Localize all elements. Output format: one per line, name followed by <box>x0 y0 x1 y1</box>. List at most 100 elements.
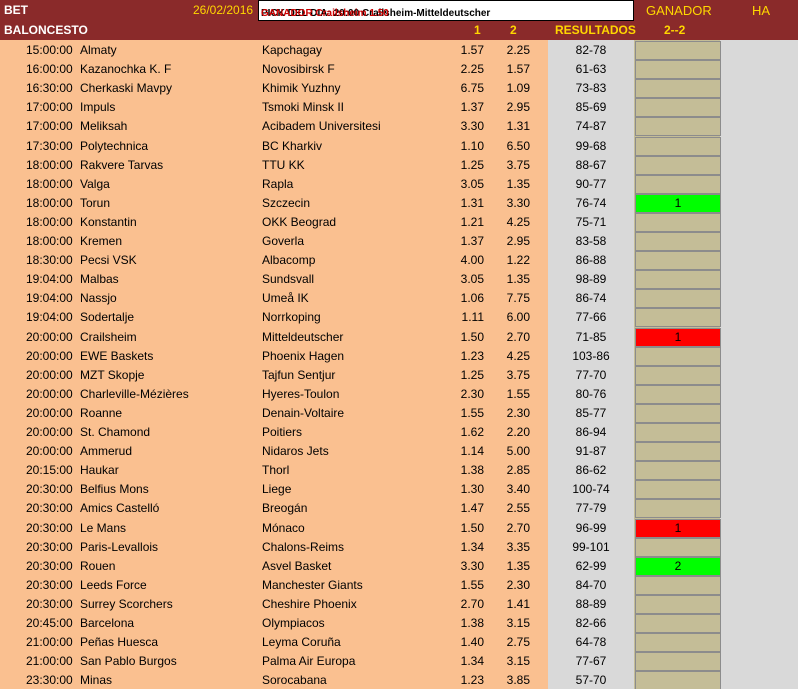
home-team-cell[interactable]: Nassjo <box>80 291 117 305</box>
result-cell[interactable]: 57-70 <box>548 673 634 687</box>
away-team-cell[interactable]: Sundsvall <box>262 272 314 286</box>
result-cell[interactable]: 86-74 <box>548 291 634 305</box>
odds-1-cell[interactable]: 1.25 <box>456 158 484 172</box>
time-cell[interactable]: 16:00:00 <box>26 62 73 76</box>
time-cell[interactable]: 21:00:00 <box>26 654 73 668</box>
time-cell[interactable]: 19:04:00 <box>26 291 73 305</box>
odds-1-cell[interactable]: 1.38 <box>456 463 484 477</box>
result-cell[interactable]: 99-68 <box>548 139 634 153</box>
time-cell[interactable]: 20:30:00 <box>26 578 73 592</box>
result-cell[interactable]: 71-85 <box>548 330 634 344</box>
ganador-pick-cell[interactable] <box>635 117 721 137</box>
result-cell[interactable]: 75-71 <box>548 215 634 229</box>
result-cell[interactable]: 103-86 <box>548 349 634 363</box>
odds-1-cell[interactable]: 3.30 <box>456 559 484 573</box>
away-team-cell[interactable]: Tajfun Sentjur <box>262 368 335 382</box>
odds-1-cell[interactable]: 1.23 <box>456 349 484 363</box>
date-label[interactable]: 26/02/2016 <box>193 3 253 17</box>
home-team-cell[interactable]: Ammerud <box>80 444 132 458</box>
result-cell[interactable]: 73-83 <box>548 81 634 95</box>
away-team-cell[interactable]: Khimik Yuzhny <box>262 81 341 95</box>
home-team-cell[interactable]: Surrey Scorchers <box>80 597 173 611</box>
home-team-cell[interactable]: Peñas Huesca <box>80 635 158 649</box>
time-cell[interactable]: 20:30:00 <box>26 559 73 573</box>
ganador-pick-cell[interactable] <box>635 79 721 99</box>
ganador-pick-cell[interactable] <box>635 575 721 595</box>
away-team-cell[interactable]: Umeå IK <box>262 291 309 305</box>
result-cell[interactable]: 77-79 <box>548 501 634 515</box>
home-team-cell[interactable]: Crailsheim <box>80 330 137 344</box>
time-cell[interactable]: 16:30:00 <box>26 81 73 95</box>
odds-1-cell[interactable]: 3.05 <box>456 177 484 191</box>
result-cell[interactable]: 74-87 <box>548 119 634 133</box>
away-team-cell[interactable]: BC Kharkiv <box>262 139 322 153</box>
odds-2-cell[interactable]: 3.15 <box>502 654 530 668</box>
result-cell[interactable]: 80-76 <box>548 387 634 401</box>
odds-2-cell[interactable]: 1.55 <box>502 387 530 401</box>
odds-2-cell[interactable]: 2.70 <box>502 330 530 344</box>
odds-1-cell[interactable]: 4.00 <box>456 253 484 267</box>
odds-1-header[interactable]: 1 <box>474 23 481 37</box>
home-team-cell[interactable]: Haukar <box>80 463 119 477</box>
ganador-pick-cell[interactable] <box>635 461 721 481</box>
home-team-cell[interactable]: MZT Skopje <box>80 368 144 382</box>
odds-2-cell[interactable]: 1.41 <box>502 597 530 611</box>
odds-1-cell[interactable]: 1.62 <box>456 425 484 439</box>
away-team-cell[interactable]: Norrkoping <box>262 310 321 324</box>
ganador-pick-cell[interactable] <box>635 480 721 500</box>
away-team-cell[interactable]: Mónaco <box>262 521 305 535</box>
odds-2-cell[interactable]: 1.09 <box>502 81 530 95</box>
ganador-pick-cell[interactable] <box>635 136 721 156</box>
ganador-pick-cell[interactable] <box>635 652 721 672</box>
away-team-cell[interactable]: Denain-Voltaire <box>262 406 344 420</box>
home-team-cell[interactable]: Konstantin <box>80 215 137 229</box>
result-cell[interactable]: 85-77 <box>548 406 634 420</box>
home-team-cell[interactable]: Sodertalje <box>80 310 134 324</box>
away-team-cell[interactable]: TTU KK <box>262 158 305 172</box>
odds-2-cell[interactable]: 1.31 <box>502 119 530 133</box>
result-cell[interactable]: 83-58 <box>548 234 634 248</box>
odds-1-cell[interactable]: 1.34 <box>456 654 484 668</box>
home-team-cell[interactable]: Roanne <box>80 406 122 420</box>
time-cell[interactable]: 20:00:00 <box>26 444 73 458</box>
odds-1-cell[interactable]: 2.25 <box>456 62 484 76</box>
time-cell[interactable]: 23:30:00 <box>26 673 73 687</box>
result-cell[interactable]: 91-87 <box>548 444 634 458</box>
away-team-cell[interactable]: Asvel Basket <box>262 559 331 573</box>
odds-2-cell[interactable]: 2.25 <box>502 43 530 57</box>
odds-2-cell[interactable]: 1.22 <box>502 253 530 267</box>
odds-2-cell[interactable]: 2.95 <box>502 100 530 114</box>
odds-1-cell[interactable]: 1.37 <box>456 100 484 114</box>
odds-2-cell[interactable]: 7.75 <box>502 291 530 305</box>
ganador-pick-cell[interactable] <box>635 308 721 328</box>
results-header[interactable]: RESULTADOS <box>555 23 636 37</box>
away-team-cell[interactable]: Chalons-Reims <box>262 540 344 554</box>
odds-1-cell[interactable]: 1.25 <box>456 368 484 382</box>
ha-label[interactable]: HA <box>752 3 770 18</box>
ganador-pick-cell[interactable] <box>635 365 721 385</box>
time-cell[interactable]: 20:00:00 <box>26 387 73 401</box>
odds-1-cell[interactable]: 1.38 <box>456 616 484 630</box>
odds-1-cell[interactable]: 1.47 <box>456 501 484 515</box>
time-cell[interactable]: 18:00:00 <box>26 234 73 248</box>
odds-1-cell[interactable]: 1.14 <box>456 444 484 458</box>
home-team-cell[interactable]: Kazanochka K. F <box>80 62 171 76</box>
odds-1-cell[interactable]: 1.10 <box>456 139 484 153</box>
odds-1-cell[interactable]: 1.31 <box>456 196 484 210</box>
home-team-cell[interactable]: Pecsi VSK <box>80 253 137 267</box>
odds-1-cell[interactable]: 1.30 <box>456 482 484 496</box>
away-team-cell[interactable]: Tsmoki Minsk II <box>262 100 344 114</box>
home-team-cell[interactable]: Almaty <box>80 43 117 57</box>
odds-1-cell[interactable]: 1.40 <box>456 635 484 649</box>
odds-2-cell[interactable]: 1.57 <box>502 62 530 76</box>
away-team-cell[interactable]: Breogán <box>262 501 307 515</box>
odds-2-cell[interactable]: 6.00 <box>502 310 530 324</box>
home-team-cell[interactable]: Charleville-Mézières <box>80 387 189 401</box>
away-team-cell[interactable]: Palma Air Europa <box>262 654 355 668</box>
result-cell[interactable]: 84-70 <box>548 578 634 592</box>
home-team-cell[interactable]: Valga <box>80 177 110 191</box>
odds-1-cell[interactable]: 3.30 <box>456 119 484 133</box>
home-team-cell[interactable]: Paris-Levallois <box>80 540 158 554</box>
ganador-pick-cell[interactable] <box>635 633 721 653</box>
home-team-cell[interactable]: Meliksah <box>80 119 127 133</box>
